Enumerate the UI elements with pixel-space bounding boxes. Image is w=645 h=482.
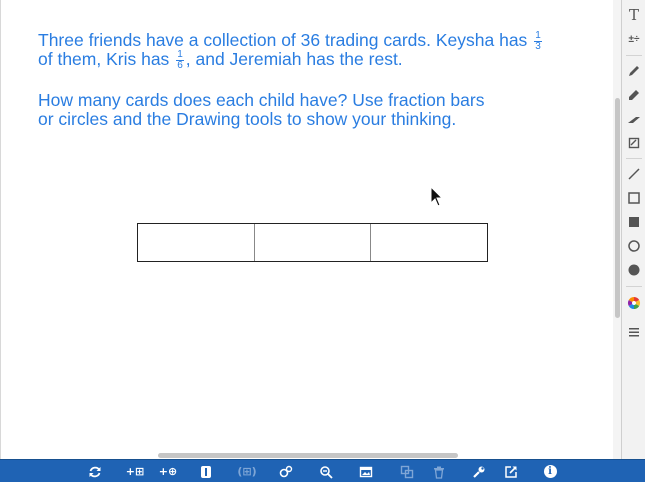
prompt-text: Three friends have a collection of 36 tr…	[38, 30, 528, 51]
vertical-scrollbar-thumb[interactable]	[615, 98, 620, 318]
circle-outline-icon[interactable]	[622, 236, 645, 256]
delete-icon[interactable]	[428, 460, 450, 482]
link-icon[interactable]	[275, 460, 297, 482]
line-icon[interactable]	[622, 164, 645, 184]
info-icon[interactable]: i	[539, 460, 561, 482]
marker-icon[interactable]	[622, 85, 645, 105]
menu-icon[interactable]	[622, 322, 645, 342]
circle-filled-icon[interactable]	[622, 260, 645, 280]
color-palette-icon[interactable]	[622, 293, 645, 313]
prompt-text: of them, Kris has	[38, 49, 170, 70]
fraction-bar-segment[interactable]	[253, 224, 371, 261]
refresh-icon[interactable]	[84, 460, 106, 482]
kris-fraction: 1 6	[176, 50, 184, 71]
rectangle-filled-icon[interactable]	[622, 212, 645, 232]
fraction-denominator: 6	[177, 60, 183, 71]
fraction-bar-segment[interactable]	[138, 224, 254, 261]
fraction-bar-segment[interactable]	[370, 224, 487, 261]
image-icon[interactable]	[355, 460, 377, 482]
group-icon[interactable]: (⊞)	[234, 460, 260, 482]
duplicate-icon[interactable]	[396, 460, 418, 482]
rectangle-outline-icon[interactable]	[622, 188, 645, 208]
keysha-fraction: 1 3	[534, 31, 542, 52]
toolbar-divider	[626, 158, 642, 159]
toolbar-divider	[626, 286, 642, 287]
prompt-line-3: How many cards does each child have? Use…	[38, 90, 485, 110]
fraction-denominator: 3	[535, 41, 541, 52]
prompt-text: , and Jeremiah has the rest.	[185, 49, 403, 70]
zoom-out-icon[interactable]	[315, 460, 337, 482]
share-icon[interactable]	[500, 460, 522, 482]
add-circle-icon[interactable]: +⊕	[156, 460, 180, 482]
toolbar-divider	[626, 55, 642, 56]
pen-icon[interactable]	[622, 61, 645, 81]
bottom-toolbar: +⊞ +⊕ (⊞) i	[0, 459, 645, 482]
prompt-line-4: or circles and the Drawing tools to show…	[38, 109, 457, 129]
select-icon[interactable]	[195, 460, 217, 482]
highlighter-icon[interactable]	[622, 109, 645, 129]
info-glyph: i	[543, 465, 557, 478]
eraser-icon[interactable]	[622, 133, 645, 153]
add-table-icon[interactable]: +⊞	[123, 460, 147, 482]
workspace-canvas[interactable]: Three friends have a collection of 36 tr…	[0, 0, 621, 459]
wrench-icon[interactable]	[468, 460, 490, 482]
math-tool-icon[interactable]: ±÷	[622, 29, 645, 49]
drawing-toolbar: T ±÷	[621, 0, 645, 459]
horizontal-scrollbar-thumb[interactable]	[158, 453, 458, 458]
text-tool-icon[interactable]: T	[622, 5, 645, 25]
fraction-bar[interactable]	[137, 223, 488, 262]
mouse-pointer-icon	[430, 186, 444, 208]
prompt-line-2: of them, Kris has 1 6 , and Jeremiah has…	[38, 50, 403, 71]
